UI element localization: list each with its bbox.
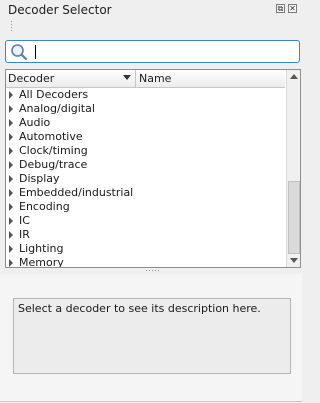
vertical-scrollbar[interactable]	[286, 70, 300, 267]
category-label: Encoding	[19, 200, 70, 213]
tree-row[interactable]: Debug/trace	[6, 158, 285, 172]
expand-arrow-icon[interactable]	[9, 119, 13, 127]
category-label: All Decoders	[19, 88, 89, 101]
expand-arrow-icon[interactable]	[9, 147, 13, 155]
search-icon	[11, 44, 28, 61]
column-header-decoder[interactable]: Decoder	[6, 70, 136, 87]
category-label: Automotive	[19, 130, 83, 143]
category-label: Embedded/industrial	[19, 186, 134, 199]
tree-row[interactable]: Memory	[6, 256, 285, 268]
title-bar: Decoder Selector ⧉ ✕	[0, 0, 302, 20]
float-window-icon[interactable]: ⧉	[276, 4, 285, 13]
category-label: IC	[19, 214, 30, 227]
expand-arrow-icon[interactable]	[9, 217, 13, 225]
tree-header: Decoder Name	[6, 70, 285, 88]
expand-arrow-icon[interactable]	[9, 105, 13, 113]
category-label: Audio	[19, 116, 51, 129]
scroll-down-arrow-icon[interactable]	[290, 258, 298, 263]
tree-row[interactable]: IC	[6, 214, 285, 228]
decoder-tree[interactable]: Decoder Name All Decoders Analog/digital…	[5, 69, 301, 268]
tree-row[interactable]: Encoding	[6, 200, 285, 214]
column-header-name[interactable]: Name	[136, 70, 285, 87]
tree-row[interactable]: Audio	[6, 116, 285, 130]
tree-row[interactable]: Automotive	[6, 130, 285, 144]
window-title: Decoder Selector	[8, 3, 112, 17]
sort-indicator-icon	[123, 75, 131, 80]
divider	[0, 401, 302, 402]
category-label: Lighting	[19, 242, 64, 255]
close-window-icon[interactable]: ✕	[288, 4, 297, 13]
tree-row[interactable]: Analog/digital	[6, 102, 285, 116]
expand-arrow-icon[interactable]	[9, 203, 13, 211]
tree-row[interactable]: Clock/timing	[6, 144, 285, 158]
column-header-decoder-label: Decoder	[8, 72, 55, 85]
expand-arrow-icon[interactable]	[9, 259, 13, 267]
category-label: Display	[19, 172, 60, 185]
expand-arrow-icon[interactable]	[9, 175, 13, 183]
category-label: Analog/digital	[19, 102, 95, 115]
tree-rows: All Decoders Analog/digital Audio Automo…	[6, 88, 285, 268]
tree-row[interactable]: Display	[6, 172, 285, 186]
expand-arrow-icon[interactable]	[9, 189, 13, 197]
expand-arrow-icon[interactable]	[9, 245, 13, 253]
expand-arrow-icon[interactable]	[9, 231, 13, 239]
scrollbar-thumb[interactable]	[288, 181, 300, 254]
tree-row[interactable]: All Decoders	[6, 88, 285, 102]
column-header-name-label: Name	[139, 72, 172, 85]
expand-arrow-icon[interactable]	[9, 133, 13, 141]
category-label: IR	[19, 228, 30, 241]
splitter-handle[interactable]	[145, 269, 161, 272]
text-cursor	[35, 45, 36, 59]
expand-arrow-icon[interactable]	[9, 91, 13, 99]
drag-grip[interactable]	[10, 20, 14, 32]
expand-arrow-icon[interactable]	[9, 161, 13, 169]
category-label: Debug/trace	[19, 158, 88, 171]
description-text: Select a decoder to see its description …	[18, 302, 261, 315]
tree-row[interactable]: IR	[6, 228, 285, 242]
category-label: Clock/timing	[19, 144, 88, 157]
tree-row[interactable]: Embedded/industrial	[6, 186, 285, 200]
description-box: Select a decoder to see its description …	[13, 298, 291, 374]
category-label: Memory	[19, 256, 64, 268]
tree-row[interactable]: Lighting	[6, 242, 285, 256]
search-field[interactable]	[5, 40, 300, 63]
scroll-up-arrow-icon[interactable]	[290, 74, 298, 79]
